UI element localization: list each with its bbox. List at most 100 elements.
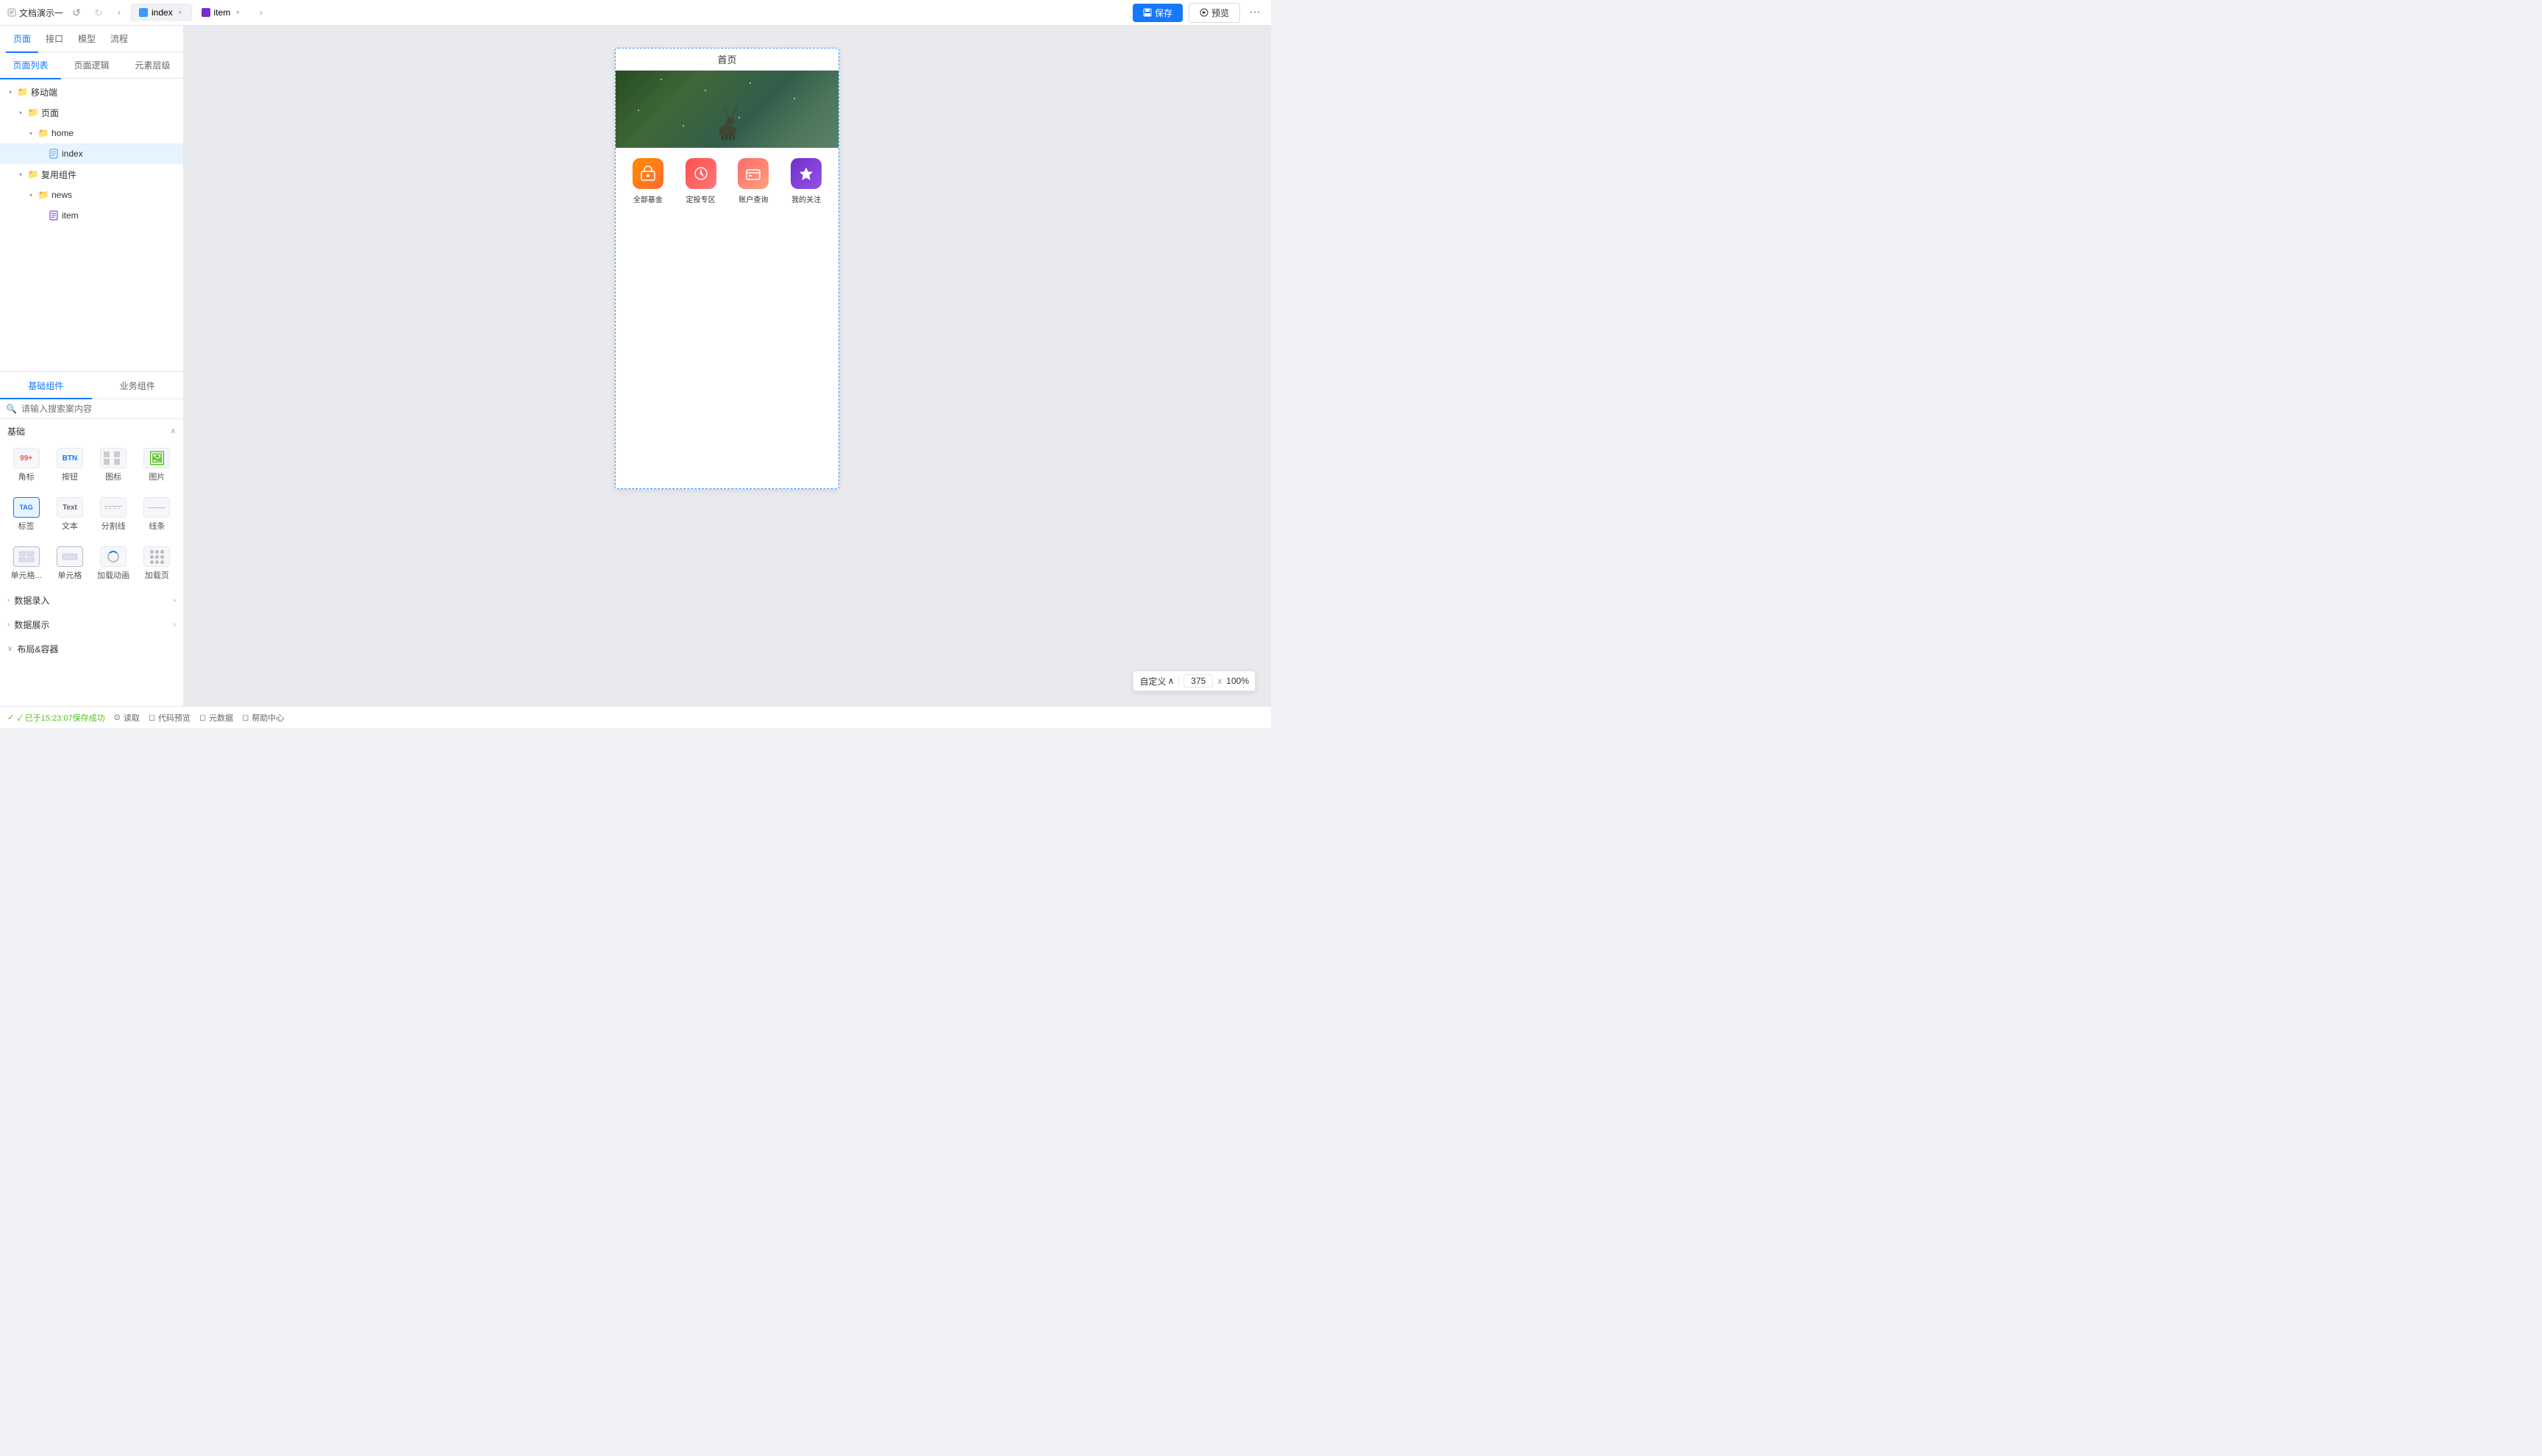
comp-tab-basic-label: 基础组件 <box>28 379 63 392</box>
section-data-display[interactable]: › 数据展示 › <box>0 613 183 637</box>
my-follow-icon <box>791 158 822 189</box>
file-tree: ▾ 📁 移动端 ▾ 📁 页面 ▾ 📁 home ▸ <box>0 79 183 371</box>
nav-left-button[interactable]: ‹ <box>112 5 127 20</box>
subnav-flow[interactable]: 流程 <box>103 26 135 53</box>
folder-icon-mobile: 📁 <box>18 87 28 97</box>
snow-1 <box>661 79 662 80</box>
redo-button[interactable]: ↻ <box>90 4 107 21</box>
arrow-data-entry: › <box>7 596 10 604</box>
doc-title: 文档演示一 <box>7 7 63 19</box>
section-data-entry-label: 数据录入 <box>14 594 49 607</box>
tab-index[interactable]: index × <box>131 4 192 21</box>
comp-badge[interactable]: 99+ 角标 <box>6 443 46 487</box>
tag-icon: TAG <box>13 497 40 518</box>
text-icon: Text <box>57 497 83 518</box>
help-center-button[interactable]: ◻ 帮助中心 <box>242 712 284 724</box>
more-button[interactable]: ··· <box>1246 4 1264 21</box>
zoom-controls: 自定义 ∧ x 100% <box>1133 671 1256 691</box>
component-grid-row1: 99+ 角标 BTN 按钮 图标 🖼 图片 <box>0 440 183 490</box>
arrow-pages: ▾ <box>16 108 25 117</box>
icon-grid-icon <box>100 448 127 468</box>
tab-item-close[interactable]: × <box>234 8 241 18</box>
mobile-label: 移动端 <box>31 86 177 99</box>
zoom-mode-select[interactable]: 自定义 ∧ <box>1139 675 1174 688</box>
page-tab-logic[interactable]: 页面逻辑 <box>61 53 122 79</box>
index-label: index <box>62 149 163 159</box>
image-icon: 🖼 <box>143 448 170 468</box>
read-icon: ⊙ <box>114 713 121 722</box>
zoom-percent: 100% <box>1226 676 1249 686</box>
all-funds-label: 全部基金 <box>633 193 663 204</box>
page-tab-layers-label: 元素层级 <box>135 59 170 71</box>
tree-node-pages[interactable]: ▾ 📁 页面 <box>0 102 183 123</box>
comp-tab-business[interactable]: 业务组件 <box>92 373 184 399</box>
page-tab-layers[interactable]: 元素层级 <box>122 53 183 79</box>
zoom-value-input[interactable] <box>1183 674 1213 688</box>
left-panel: 页面 接口 模型 流程 页面列表 页面逻辑 元素层级 <box>0 26 184 706</box>
comp-divider[interactable]: 分割线 <box>93 493 134 536</box>
section-basic-toggle[interactable]: ∧ <box>171 427 176 435</box>
account-label: 账户查询 <box>738 193 768 204</box>
save-check-icon: ✓ <box>7 713 14 722</box>
tab-item-label: item <box>214 7 231 18</box>
right-panel <box>1270 26 1271 706</box>
single-row-icon <box>57 546 83 567</box>
comp-tag[interactable]: TAG 标签 <box>6 493 46 536</box>
comp-text[interactable]: Text 文本 <box>49 493 90 536</box>
page-tab-list[interactable]: 页面列表 <box>0 53 61 79</box>
subnav-interface[interactable]: 接口 <box>38 26 71 53</box>
tree-node-mobile[interactable]: ▾ 📁 移动端 <box>0 82 183 102</box>
comp-icon[interactable]: 图标 <box>93 443 134 487</box>
comp-single-grid[interactable]: 单元格... <box>6 542 46 585</box>
tree-node-item[interactable]: ▸ item <box>0 205 183 226</box>
meta-data-button[interactable]: ◻ 元数据 <box>199 712 233 724</box>
comp-button[interactable]: BTN 按钮 <box>49 443 90 487</box>
divider-icon <box>100 497 127 518</box>
comp-tag-label: 标签 <box>18 520 35 532</box>
section-layout-label: 布局&容器 <box>17 643 58 655</box>
page-icon-index <box>49 149 59 159</box>
topbar-right: 保存 预览 ··· <box>1133 3 1264 23</box>
tree-node-home[interactable]: ▾ 📁 home <box>0 123 183 143</box>
phone-icon-account[interactable]: 账户查询 <box>727 158 780 204</box>
read-button[interactable]: ⊙ 读取 <box>114 712 140 724</box>
code-preview-button[interactable]: ◻ 代码预览 <box>149 712 191 724</box>
comp-load-more[interactable]: 加载页 <box>137 542 177 585</box>
arrow-reusable: ▾ <box>16 170 25 179</box>
search-icon: 🔍 <box>6 404 17 414</box>
section-layout[interactable]: ∨ 布局&容器 <box>0 637 183 661</box>
comp-line[interactable]: 线条 <box>137 493 177 536</box>
reusable-label: 复用组件 <box>41 168 177 181</box>
tab-index-close[interactable]: × <box>177 8 184 18</box>
subnav-model[interactable]: 模型 <box>71 26 103 53</box>
tree-node-news[interactable]: ▾ 📁 news <box>0 185 183 205</box>
comp-tab-basic[interactable]: 基础组件 <box>0 373 92 399</box>
right-arrow-data-display: › <box>174 621 176 629</box>
tab-item-icon <box>202 8 210 17</box>
section-data-entry[interactable]: › 数据录入 › <box>0 588 183 613</box>
tree-node-index[interactable]: ▸ index ··· <box>0 143 183 164</box>
subnav-page[interactable]: 页面 <box>6 26 38 53</box>
arrow-news: ▾ <box>26 190 35 199</box>
phone-icon-all-funds[interactable]: 全部基金 <box>622 158 674 204</box>
undo-button[interactable]: ↺ <box>68 4 85 21</box>
save-button[interactable]: 保存 <box>1133 4 1183 22</box>
comp-single-row[interactable]: 单元格 <box>49 542 90 585</box>
load-anim-icon <box>100 546 127 567</box>
comp-load-more-label: 加载页 <box>145 569 169 581</box>
tab-item[interactable]: item × <box>193 4 250 21</box>
comp-load-anim[interactable]: 加载动画 <box>93 542 134 585</box>
meta-icon: ◻ <box>199 713 206 722</box>
all-funds-icon <box>633 158 663 189</box>
comp-image[interactable]: 🖼 图片 <box>137 443 177 487</box>
search-input[interactable] <box>21 404 177 414</box>
preview-button[interactable]: 预览 <box>1189 3 1240 23</box>
search-bar: 🔍 <box>0 399 183 419</box>
phone-icon-fixed-invest[interactable]: 定投专区 <box>674 158 727 204</box>
tree-node-reusable[interactable]: ▾ 📁 复用组件 <box>0 164 183 185</box>
comp-text-label: 文本 <box>62 520 78 532</box>
sub-nav: 页面 接口 模型 流程 <box>0 26 183 52</box>
phone-icon-my-follow[interactable]: 我的关注 <box>780 158 833 204</box>
arrow-home: ▾ <box>26 129 35 138</box>
nav-right-button[interactable]: › <box>254 5 268 20</box>
